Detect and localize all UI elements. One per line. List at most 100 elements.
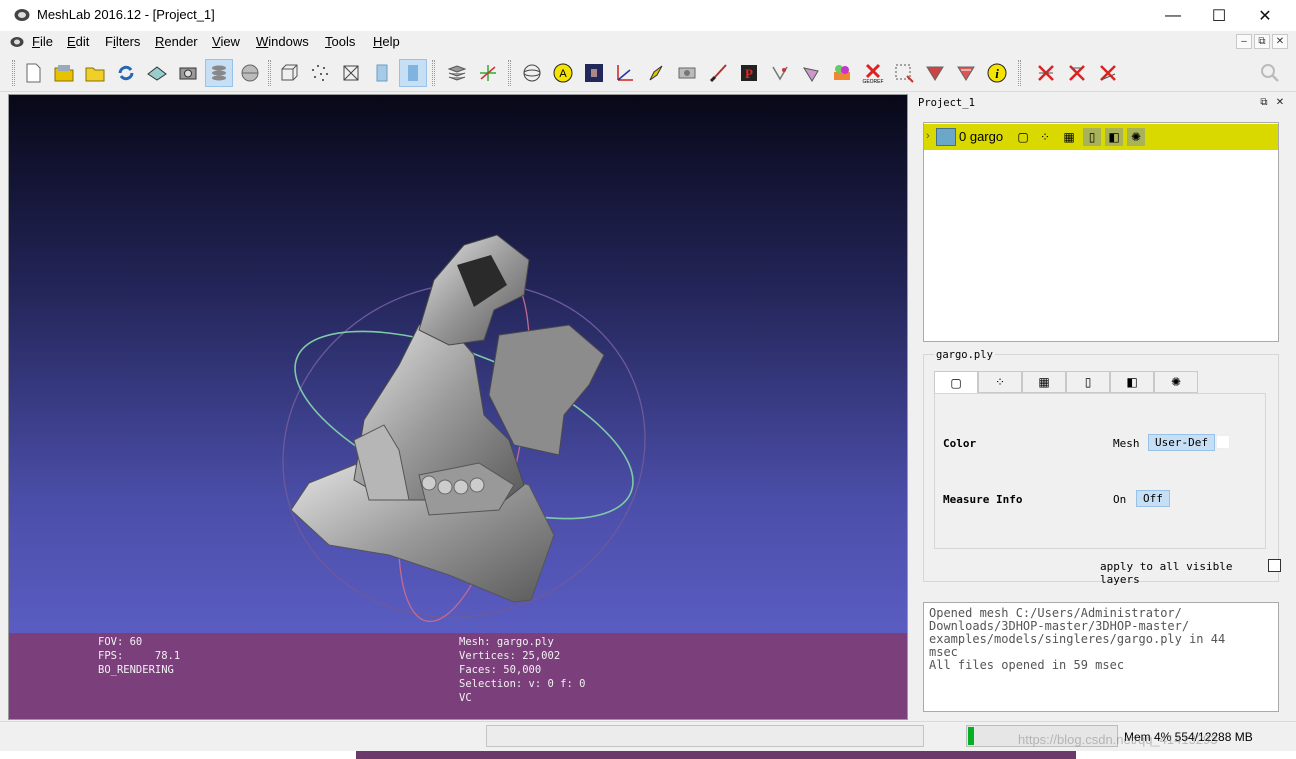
smooth-shading-icon[interactable] bbox=[399, 59, 427, 87]
axes-icon[interactable] bbox=[474, 59, 502, 87]
georef-icon[interactable]: GEOREF bbox=[859, 59, 887, 87]
delete-selection-icon[interactable] bbox=[1094, 59, 1122, 87]
svg-text:GEOREF: GEOREF bbox=[862, 79, 883, 84]
log-panel[interactable]: Opened mesh C:/Users/Administrator/ Down… bbox=[923, 602, 1279, 712]
snapshot-icon[interactable] bbox=[174, 59, 202, 87]
color-userdef-option[interactable]: User-Def bbox=[1148, 434, 1215, 451]
select-faces-icon[interactable] bbox=[890, 59, 918, 87]
annotation-icon[interactable]: A bbox=[549, 59, 577, 87]
paint-tool-icon[interactable] bbox=[642, 59, 670, 87]
new-project-icon[interactable] bbox=[19, 59, 47, 87]
mdi-restore-button[interactable]: ⧉ bbox=[1254, 34, 1270, 49]
gargoyle-mesh-render bbox=[282, 234, 646, 623]
dock-title: Project_1 bbox=[918, 97, 975, 109]
brush-icon[interactable] bbox=[704, 59, 732, 87]
toolbar-grip-2[interactable] bbox=[268, 60, 271, 86]
select-connected-icon[interactable] bbox=[952, 59, 980, 87]
save-mesh-icon[interactable] bbox=[143, 59, 171, 87]
align-icon[interactable] bbox=[766, 59, 794, 87]
fov-readout: FOV: 60 bbox=[98, 636, 143, 648]
delete-faces-icon[interactable] bbox=[1032, 59, 1060, 87]
open-mesh-icon[interactable] bbox=[81, 59, 109, 87]
dock-close-button[interactable]: ✕ bbox=[1274, 97, 1286, 109]
flat-shading-icon[interactable] bbox=[368, 59, 396, 87]
measure-off-option[interactable]: Off bbox=[1136, 490, 1170, 507]
log-line: examples/models/singleres/gargo.ply in 4… bbox=[929, 632, 1226, 646]
color-label: Color bbox=[943, 437, 977, 450]
delete-vertices-icon[interactable] bbox=[1063, 59, 1091, 87]
expand-arrow-icon[interactable]: › bbox=[926, 130, 930, 142]
log-line: All files opened in 59 msec bbox=[929, 658, 1125, 672]
pick-points-icon[interactable]: P bbox=[735, 59, 763, 87]
menu-render[interactable]: Render bbox=[155, 34, 198, 49]
fps-readout: FPS: 78.1 bbox=[98, 650, 181, 662]
flat-layer-icon[interactable]: ▯ bbox=[1083, 128, 1101, 146]
trackball-icon[interactable] bbox=[518, 59, 546, 87]
settings-layer-icon[interactable]: ✺ bbox=[1127, 128, 1145, 146]
watermark-text: https://blog.csdn.net/qq_41413293 bbox=[1018, 732, 1218, 747]
3d-viewport[interactable]: FOV: 60 FPS: 78.1 BO_RENDERING Mesh: gar… bbox=[8, 94, 908, 720]
tab-content: Color Mesh User-Def Measure Info On Off bbox=[934, 393, 1266, 549]
layer-row[interactable]: › 0 gargo ▢ ⁘ ▦ ▯ ◧ ✺ bbox=[924, 124, 1278, 150]
menu-filters[interactable]: Filters bbox=[105, 34, 140, 49]
viewport-info-overlay: FOV: 60 FPS: 78.1 BO_RENDERING Mesh: gar… bbox=[9, 633, 907, 719]
toolbar-grip[interactable] bbox=[12, 60, 15, 86]
minimize-button[interactable]: — bbox=[1150, 0, 1196, 31]
snapshot-camera-icon[interactable] bbox=[673, 59, 701, 87]
svg-text:i: i bbox=[995, 66, 999, 81]
color-mesh-option[interactable]: Mesh bbox=[1107, 436, 1146, 451]
apply-all-checkbox[interactable] bbox=[1268, 559, 1281, 572]
tab-points[interactable]: ⁘ bbox=[978, 371, 1022, 393]
reference-icon[interactable] bbox=[828, 59, 856, 87]
status-bar: Mem 4% 554/12288 MB https://blog.csdn.ne… bbox=[0, 721, 1296, 751]
wireframe-layer-icon[interactable]: ▦ bbox=[1060, 128, 1078, 146]
mdi-minimize-button[interactable]: – bbox=[1236, 34, 1252, 49]
search-icon[interactable] bbox=[1256, 59, 1284, 87]
tab-flat[interactable]: ▯ bbox=[1066, 371, 1110, 393]
tab-bbox[interactable]: ▢ bbox=[934, 371, 978, 394]
menu-help[interactable]: Help bbox=[373, 34, 400, 49]
mdi-close-button[interactable]: ✕ bbox=[1272, 34, 1288, 49]
points-layer-icon[interactable]: ⁘ bbox=[1036, 128, 1054, 146]
manual-edit-icon[interactable] bbox=[797, 59, 825, 87]
texture-layer-icon[interactable]: ◧ bbox=[1105, 128, 1123, 146]
status-message-field bbox=[486, 725, 924, 747]
main-toolbar: A P GEOREF i bbox=[0, 54, 1296, 92]
reload-icon[interactable] bbox=[112, 59, 140, 87]
wireframe-icon[interactable] bbox=[337, 59, 365, 87]
layer-dock: Project_1 ⧉ ✕ › 0 gargo ▢ ⁘ ▦ ▯ ◧ ✺ garg… bbox=[912, 94, 1290, 718]
tab-texture[interactable]: ◧ bbox=[1110, 371, 1154, 393]
bbox-layer-icon[interactable]: ▢ bbox=[1014, 128, 1032, 146]
points-icon[interactable] bbox=[306, 59, 334, 87]
maximize-button[interactable]: ☐ bbox=[1196, 0, 1242, 31]
visibility-eye-icon[interactable] bbox=[936, 128, 956, 146]
window-title: MeshLab 2016.12 - [Project_1] bbox=[37, 7, 215, 22]
toolbar-grip-4[interactable] bbox=[508, 60, 511, 86]
bbox-icon[interactable] bbox=[275, 59, 303, 87]
menu-tools[interactable]: Tools bbox=[325, 34, 355, 49]
tab-wireframe[interactable]: ▦ bbox=[1022, 371, 1066, 393]
toolbar-grip-5[interactable] bbox=[1018, 60, 1021, 86]
menu-file[interactable]: File bbox=[32, 34, 53, 49]
select-vertices-icon[interactable] bbox=[921, 59, 949, 87]
close-button[interactable]: ✕ bbox=[1242, 0, 1288, 31]
selection-readout: Selection: v: 0 f: 0 bbox=[459, 678, 586, 690]
menu-view[interactable]: View bbox=[212, 34, 240, 49]
info-icon[interactable]: i bbox=[983, 59, 1011, 87]
tab-settings[interactable]: ✺ bbox=[1154, 371, 1198, 393]
measure-icon[interactable] bbox=[611, 59, 639, 87]
menu-windows[interactable]: Windows bbox=[256, 34, 309, 49]
taskbar-strip bbox=[0, 751, 1296, 759]
layer-stack-icon[interactable] bbox=[443, 59, 471, 87]
open-project-icon[interactable] bbox=[50, 59, 78, 87]
menu-edit[interactable]: Edit bbox=[67, 34, 89, 49]
toolbar-grip-3[interactable] bbox=[432, 60, 435, 86]
color-swatch[interactable] bbox=[1216, 435, 1230, 449]
mdi-window-icon bbox=[10, 37, 24, 47]
dock-float-button[interactable]: ⧉ bbox=[1258, 97, 1270, 109]
sphere-view-icon[interactable] bbox=[236, 59, 264, 87]
measure-on-option[interactable]: On bbox=[1107, 492, 1132, 507]
layers-icon[interactable] bbox=[205, 59, 233, 87]
raster-icon[interactable] bbox=[580, 59, 608, 87]
menu-bar: File Edit Filters Render View Windows To… bbox=[0, 31, 1296, 53]
